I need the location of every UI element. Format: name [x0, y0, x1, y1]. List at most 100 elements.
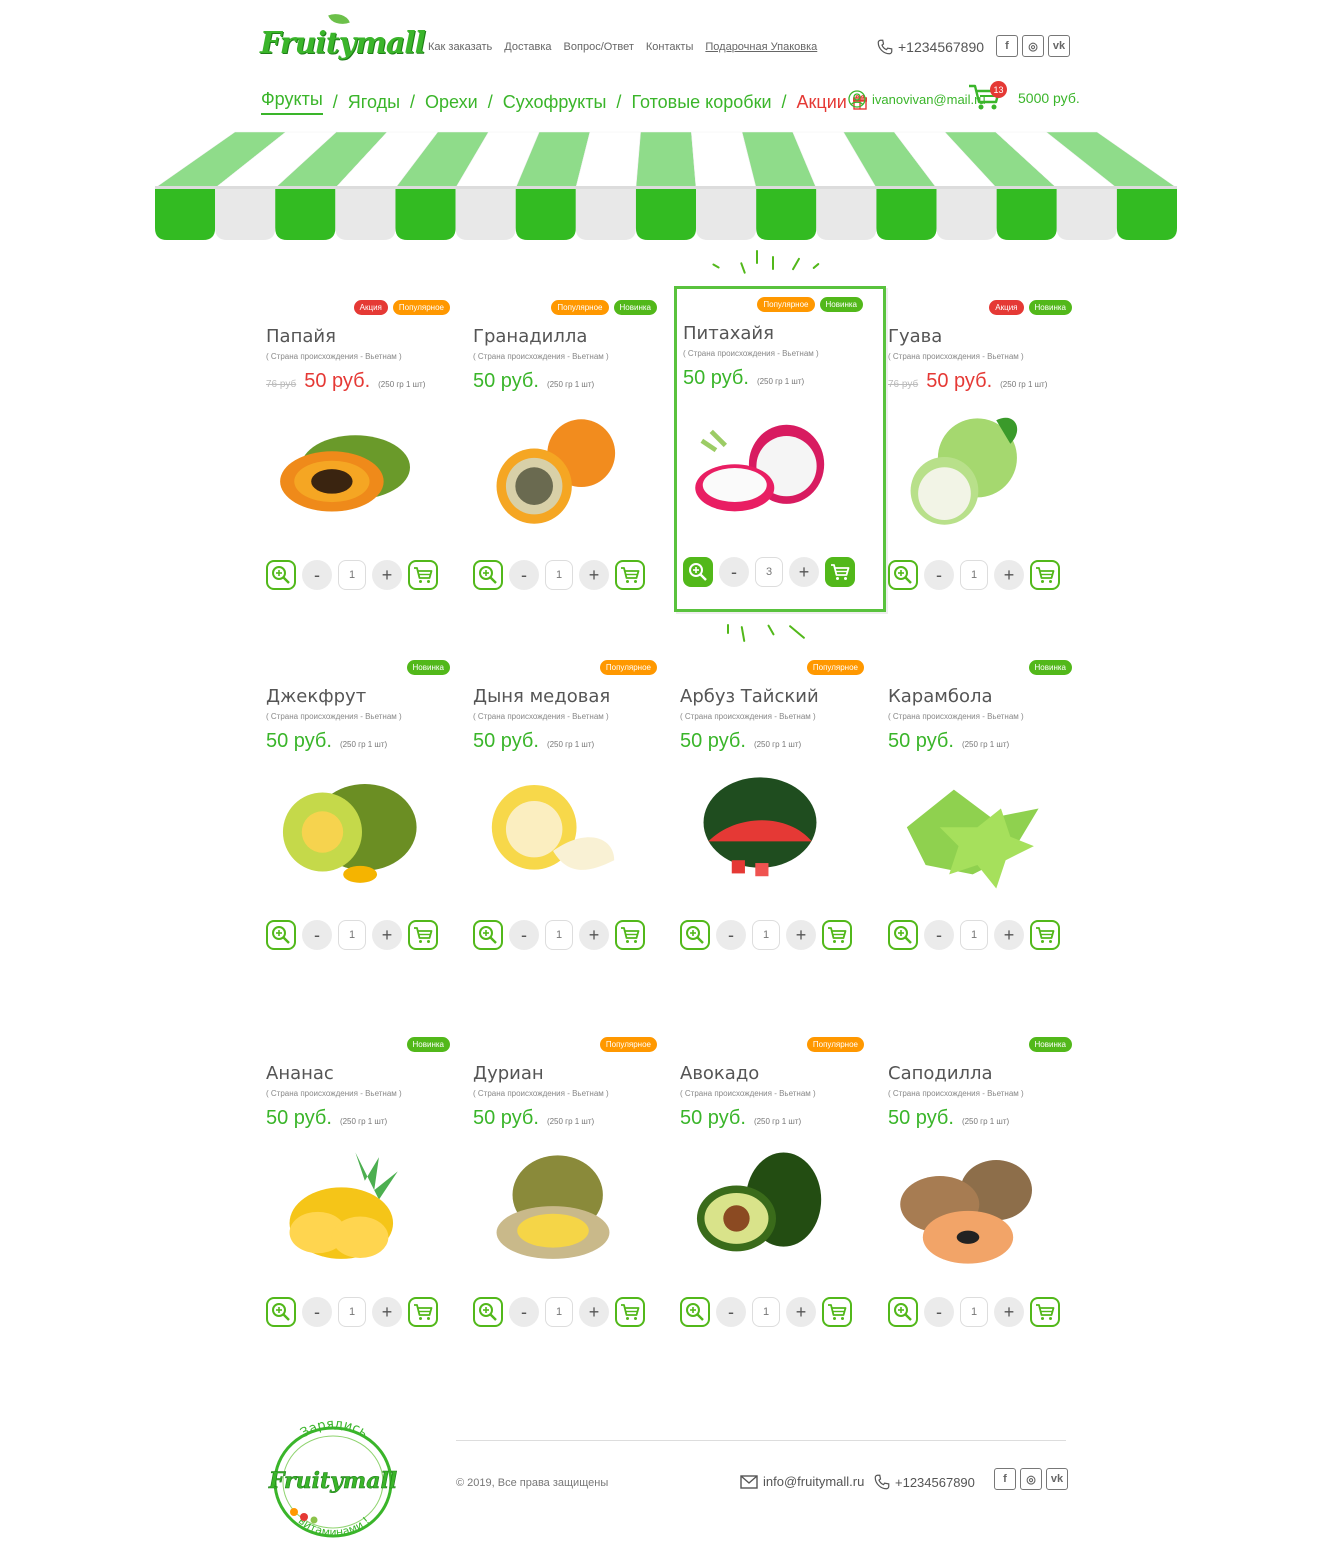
add-to-cart-button[interactable]	[408, 560, 438, 590]
zoom-button[interactable]	[888, 1297, 918, 1327]
category-dried-fruits[interactable]: Сухофрукты	[503, 92, 607, 113]
zoom-button[interactable]	[888, 560, 918, 590]
product-name[interactable]: Папайя	[266, 326, 336, 347]
decrease-button[interactable]: -	[924, 560, 954, 590]
increase-button[interactable]: +	[372, 1297, 402, 1327]
add-to-cart-button[interactable]	[1030, 920, 1060, 950]
product-name[interactable]: Дуриан	[473, 1063, 544, 1084]
topnav-gift-wrap[interactable]: Подарочная Упаковка	[705, 41, 817, 53]
quantity-field[interactable]: 1	[752, 920, 780, 950]
quantity-field[interactable]: 1	[545, 560, 573, 590]
product-name[interactable]: Питахайя	[683, 323, 774, 344]
product-image[interactable]	[888, 767, 1048, 897]
quantity-field[interactable]: 1	[338, 920, 366, 950]
increase-button[interactable]: +	[579, 560, 609, 590]
add-to-cart-button[interactable]	[615, 560, 645, 590]
product-image[interactable]	[473, 407, 633, 537]
product-image[interactable]	[473, 767, 633, 897]
instagram-icon[interactable]: ◎	[1020, 1468, 1042, 1490]
footer-phone[interactable]: +1234567890	[873, 1473, 975, 1491]
zoom-button[interactable]	[888, 920, 918, 950]
add-to-cart-button[interactable]	[408, 920, 438, 950]
footer-email[interactable]: info@fruitymall.ru	[740, 1474, 864, 1489]
increase-button[interactable]: +	[786, 920, 816, 950]
quantity-field[interactable]: 1	[338, 560, 366, 590]
zoom-button[interactable]	[266, 1297, 296, 1327]
topnav-contacts[interactable]: Контакты	[646, 41, 694, 53]
decrease-button[interactable]: -	[302, 920, 332, 950]
increase-button[interactable]: +	[579, 920, 609, 950]
product-name[interactable]: Дыня медовая	[473, 686, 610, 707]
quantity-field[interactable]: 1	[960, 560, 988, 590]
decrease-button[interactable]: -	[302, 1297, 332, 1327]
instagram-icon[interactable]: ◎	[1022, 35, 1044, 57]
product-image[interactable]	[888, 1144, 1048, 1274]
product-image[interactable]	[680, 767, 840, 897]
product-name[interactable]: Карамбола	[888, 686, 993, 707]
zoom-button[interactable]	[680, 920, 710, 950]
quantity-field[interactable]: 1	[545, 1297, 573, 1327]
product-name[interactable]: Арбуз Тайский	[680, 686, 819, 707]
category-promotions[interactable]: Акции	[797, 92, 847, 113]
product-image[interactable]	[266, 407, 426, 537]
quantity-field[interactable]: 1	[338, 1297, 366, 1327]
decrease-button[interactable]: -	[924, 1297, 954, 1327]
product-card[interactable]: Акция Популярное Папайя ( Страна происхож…	[260, 292, 470, 612]
product-name[interactable]: Джекфрут	[266, 686, 366, 707]
footer-logo[interactable]: Зарядись Fruitymall витаминами !	[260, 1420, 406, 1540]
vk-icon[interactable]: vk	[1048, 35, 1070, 57]
header-phone[interactable]: +1234567890	[876, 38, 984, 56]
zoom-button[interactable]	[266, 920, 296, 950]
product-image[interactable]	[888, 407, 1048, 537]
product-card[interactable]: Популярное Арбуз Тайский ( Страна происх…	[674, 652, 884, 972]
add-to-cart-button[interactable]	[1030, 560, 1060, 590]
product-card[interactable]: Новинка Саподилла ( Страна происхождения…	[882, 1029, 1092, 1349]
decrease-button[interactable]: -	[924, 920, 954, 950]
product-card[interactable]: Новинка Джекфрут ( Страна происхождения …	[260, 652, 470, 972]
product-image[interactable]	[473, 1144, 633, 1274]
zoom-button[interactable]	[680, 1297, 710, 1327]
product-image[interactable]	[680, 1144, 840, 1274]
add-to-cart-button[interactable]	[1030, 1297, 1060, 1327]
decrease-button[interactable]: -	[509, 920, 539, 950]
category-fruits[interactable]: Фрукты	[261, 89, 323, 115]
zoom-button[interactable]	[473, 1297, 503, 1327]
product-name[interactable]: Саподилла	[888, 1063, 993, 1084]
zoom-button[interactable]	[473, 920, 503, 950]
decrease-button[interactable]: -	[719, 557, 749, 587]
quantity-field[interactable]: 1	[752, 1297, 780, 1327]
add-to-cart-button[interactable]	[822, 920, 852, 950]
product-card[interactable]: Акция Новинка Гуава ( Страна происхождени…	[882, 292, 1092, 612]
add-to-cart-button[interactable]	[822, 1297, 852, 1327]
decrease-button[interactable]: -	[716, 1297, 746, 1327]
product-card[interactable]: Популярное Авокадо ( Страна происхождени…	[674, 1029, 884, 1349]
account-link[interactable]: ivanovivan@mail.ru	[848, 90, 986, 108]
vk-icon[interactable]: vk	[1046, 1468, 1068, 1490]
quantity-field[interactable]: 1	[960, 920, 988, 950]
decrease-button[interactable]: -	[509, 560, 539, 590]
add-to-cart-button[interactable]	[615, 920, 645, 950]
product-card[interactable]: Популярное Новинка Гранадилла ( Страна пр…	[467, 292, 677, 612]
facebook-icon[interactable]: f	[996, 35, 1018, 57]
increase-button[interactable]: +	[786, 1297, 816, 1327]
product-card[interactable]: Популярное Новинка Питахайя ( Страна прои…	[674, 286, 886, 612]
product-card[interactable]: Новинка Карамбола ( Страна происхождения…	[882, 652, 1092, 972]
increase-button[interactable]: +	[789, 557, 819, 587]
product-image[interactable]	[266, 1144, 426, 1274]
facebook-icon[interactable]: f	[994, 1468, 1016, 1490]
product-image[interactable]	[683, 404, 843, 534]
quantity-field[interactable]: 1	[960, 1297, 988, 1327]
topnav-faq[interactable]: Вопрос/Ответ	[564, 41, 634, 53]
topnav-delivery[interactable]: Доставка	[504, 41, 551, 53]
zoom-button[interactable]	[266, 560, 296, 590]
decrease-button[interactable]: -	[302, 560, 332, 590]
increase-button[interactable]: +	[994, 920, 1024, 950]
product-name[interactable]: Ананас	[266, 1063, 334, 1084]
quantity-field[interactable]: 1	[545, 920, 573, 950]
product-name[interactable]: Авокадо	[680, 1063, 759, 1084]
product-card[interactable]: Популярное Дыня медовая ( Страна происхо…	[467, 652, 677, 972]
increase-button[interactable]: +	[579, 1297, 609, 1327]
product-card[interactable]: Популярное Дуриан ( Страна происхождения…	[467, 1029, 677, 1349]
product-card[interactable]: Новинка Ананас ( Страна происхождения - …	[260, 1029, 470, 1349]
decrease-button[interactable]: -	[716, 920, 746, 950]
